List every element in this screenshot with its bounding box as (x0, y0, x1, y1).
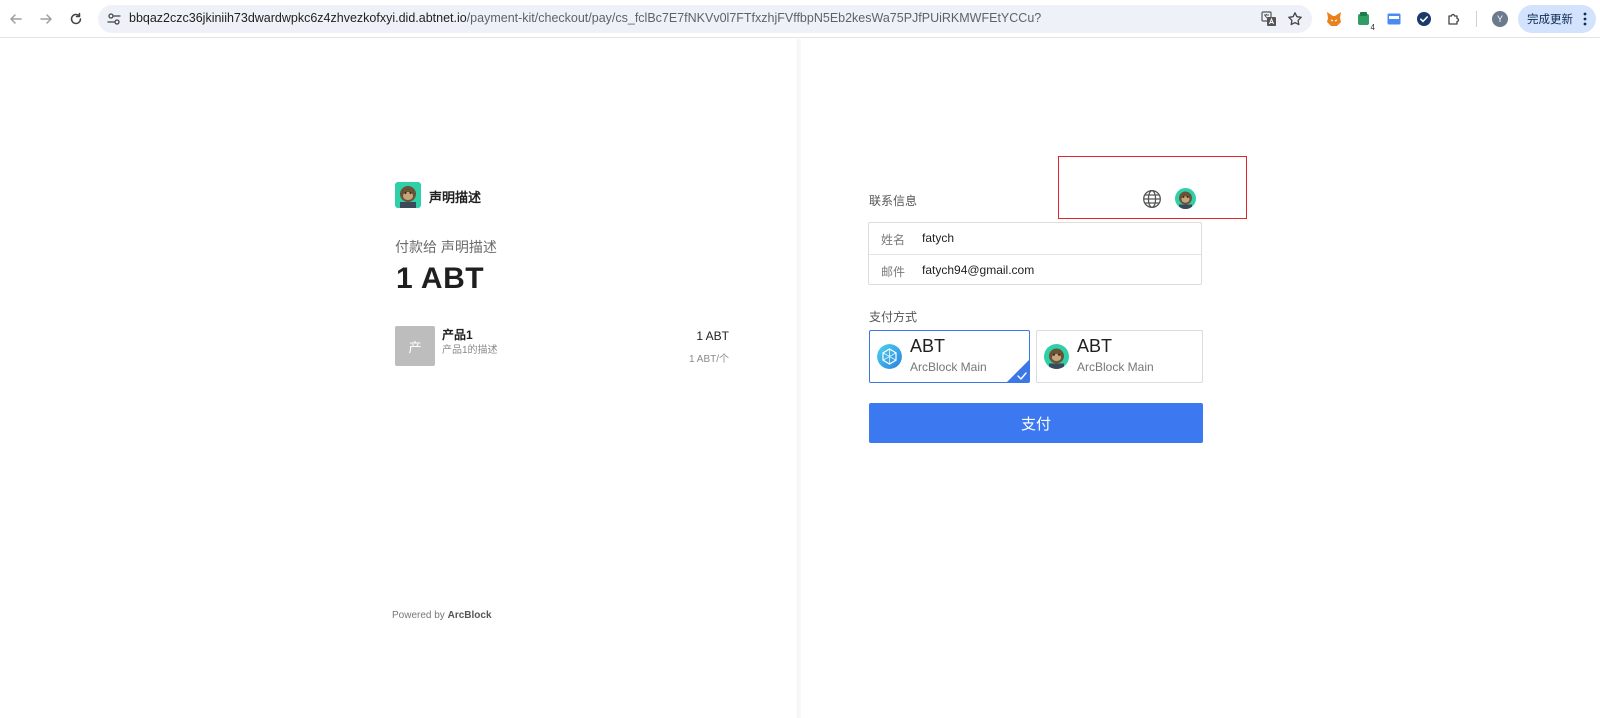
site-settings-icon[interactable] (106, 11, 122, 27)
contact-email-row[interactable]: 邮件 fatych94@gmail.com (869, 254, 1201, 285)
arrow-right-icon (40, 14, 52, 24)
product-price: 1 ABT (696, 329, 729, 343)
url-text[interactable]: bbqaz2czc36jkiniih73dwardwpkc6z4zhvezkof… (129, 11, 1041, 25)
method-network: ArcBlock Main (910, 360, 987, 374)
star-icon (1288, 12, 1302, 26)
product-thumbnail: 产 (395, 326, 435, 366)
arrow-left-icon (10, 14, 22, 24)
profile-avatar[interactable]: Y (1492, 11, 1508, 27)
merchant-name: 声明描述 (429, 190, 482, 205)
monkey-avatar-icon (1044, 344, 1069, 369)
name-key: 姓名 (881, 233, 906, 247)
more-vert-icon (1583, 12, 1587, 26)
contact-card: 姓名 fatych 邮件 fatych94@gmail.com (868, 222, 1202, 285)
user-avatar[interactable] (1175, 188, 1196, 209)
reload-icon (70, 12, 82, 25)
product-unit-price: 1 ABT/个 (688, 354, 729, 365)
contact-name-row[interactable]: 姓名 fatych (869, 223, 1201, 254)
puzzle-icon (1448, 13, 1460, 25)
window-icon (1387, 13, 1401, 25)
payment-section-label: 支付方式 (869, 310, 918, 324)
product-description: 产品1的描述 (442, 345, 498, 356)
toolbar-separator (1476, 11, 1477, 27)
pay-button[interactable]: 支付 (869, 403, 1203, 443)
reload-button[interactable] (66, 9, 86, 29)
extension-badge: 4 (1370, 23, 1375, 32)
powered-by: Powered by ArcBlock (392, 610, 492, 621)
method-network: ArcBlock Main (1077, 360, 1154, 374)
translate-icon (1261, 11, 1276, 26)
extension-check[interactable] (1414, 9, 1434, 29)
address-bar[interactable]: bbqaz2czc36jkiniih73dwardwpkc6z4zhvezkof… (98, 5, 1312, 33)
method-token: ABT (1077, 336, 1113, 356)
translate-button[interactable] (1260, 10, 1278, 28)
powered-by-brand[interactable]: ArcBlock (448, 610, 492, 621)
forward-button[interactable] (36, 9, 56, 29)
payment-method-abt-selected[interactable]: ABT ArcBlock Main (869, 330, 1030, 383)
extension-wallet[interactable]: 4 (1354, 9, 1375, 32)
total-amount: 1 ABT (396, 262, 485, 295)
extensions-menu-button[interactable] (1444, 9, 1464, 29)
fox-icon (1327, 12, 1341, 26)
pay-to-label: 付款给 声明描述 (395, 239, 497, 255)
globe-icon (1143, 190, 1161, 208)
merchant-logo (395, 182, 421, 208)
email-value: fatych94@gmail.com (922, 263, 1035, 277)
extension-metamask[interactable] (1324, 9, 1344, 29)
url-host: bbqaz2czc36jkiniih73dwardwpkc6z4zhvezkof… (129, 11, 467, 25)
payment-method-abt[interactable]: ABT ArcBlock Main (1036, 330, 1203, 383)
back-button[interactable] (6, 9, 26, 29)
monkey-avatar-icon (1175, 188, 1196, 209)
powered-by-text: Powered by (392, 610, 445, 621)
update-button[interactable]: 完成更新 (1518, 5, 1596, 33)
browser-toolbar: bbqaz2czc36jkiniih73dwardwpkc6z4zhvezkof… (0, 0, 1600, 38)
name-value: fatych (922, 231, 955, 245)
selected-check-icon (1007, 360, 1029, 382)
arcblock-logo-icon (877, 344, 902, 369)
email-key: 邮件 (881, 265, 906, 279)
annotation-highlight-box (1058, 156, 1247, 219)
check-circle-icon (1417, 12, 1431, 26)
url-path: /payment-kit/checkout/pay/cs_fclBc7E7fNK… (466, 11, 1042, 25)
contact-section-label: 联系信息 (869, 194, 918, 208)
method-token: ABT (910, 336, 946, 356)
monkey-avatar-icon (395, 182, 421, 208)
language-button[interactable] (1142, 189, 1162, 209)
extension-window[interactable] (1384, 9, 1404, 29)
bookmark-button[interactable] (1286, 10, 1304, 28)
update-label: 完成更新 (1527, 14, 1573, 26)
